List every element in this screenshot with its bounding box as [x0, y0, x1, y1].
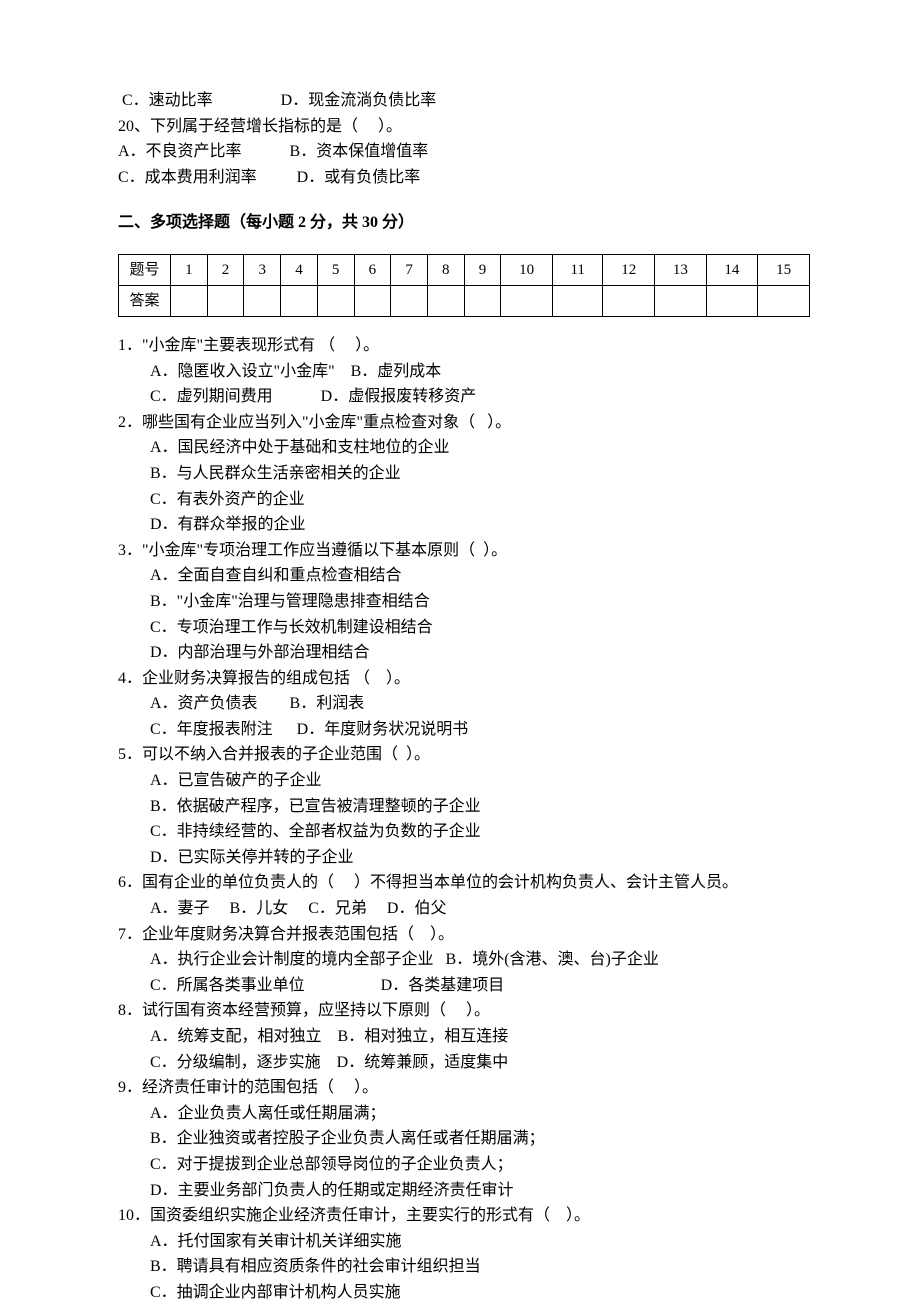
q1-option-ab: A．隐匿收入设立"小金库" B．虚列成本	[118, 359, 810, 385]
col-5: 5	[317, 254, 354, 285]
q9-option-d: D．主要业务部门负责人的任期或定期经济责任审计	[118, 1178, 810, 1204]
q9-option-b: B．企业独资或者控股子企业负责人离任或者任期届满；	[118, 1126, 810, 1152]
ans-11	[552, 285, 603, 316]
table-row-header: 题号 1 2 3 4 5 6 7 8 9 10 11 12 13 14 15	[119, 254, 810, 285]
ans-10	[501, 285, 553, 316]
q2-stem: 2．哪些国有企业应当列入"小金库"重点检查对象（ ）。	[118, 410, 810, 436]
ans-9	[464, 285, 501, 316]
q2-option-c: C．有表外资产的企业	[118, 487, 810, 513]
q7-stem: 7．企业年度财务决算合并报表范围包括（ ）。	[118, 922, 810, 948]
q8-option-cd: C．分级编制，逐步实施 D．统筹兼顾，适度集中	[118, 1050, 810, 1076]
col-8: 8	[427, 254, 464, 285]
col-4: 4	[281, 254, 318, 285]
q3-option-a: A．全面自查自纠和重点检查相结合	[118, 563, 810, 589]
q7-option-cd: C．所属各类事业单位 D．各类基建项目	[118, 973, 810, 999]
ans-7	[391, 285, 428, 316]
ans-2	[207, 285, 244, 316]
col-14: 14	[706, 254, 758, 285]
q4-option-ab: A．资产负债表 B．利润表	[118, 691, 810, 717]
col-13: 13	[655, 254, 707, 285]
q3-stem: 3．"小金库"专项治理工作应当遵循以下基本原则（ ）。	[118, 538, 810, 564]
q2-option-b: B．与人民群众生活亲密相关的企业	[118, 461, 810, 487]
q6-options: A．妻子 B．儿女 C．兄弟 D．伯父	[118, 896, 810, 922]
col-7: 7	[391, 254, 428, 285]
ans-15	[758, 285, 810, 316]
ans-14	[706, 285, 758, 316]
q4-stem: 4．企业财务决算报告的组成包括 （ ）。	[118, 666, 810, 692]
q5-option-b: B．依据破产程序，已宣告被清理整顿的子企业	[118, 794, 810, 820]
q1-option-cd: C．虚列期间费用 D．虚假报废转移资产	[118, 384, 810, 410]
col-15: 15	[758, 254, 810, 285]
ans-12	[603, 285, 655, 316]
q5-stem: 5．可以不纳入合并报表的子企业范围（ ）。	[118, 742, 810, 768]
q20-stem: 20、下列属于经营增长指标的是（ ）。	[118, 114, 810, 140]
q9-stem: 9．经济责任审计的范围包括（ ）。	[118, 1075, 810, 1101]
q20-option-cd: C．成本费用利润率 D．或有负债比率	[118, 165, 810, 191]
ans-5	[317, 285, 354, 316]
answer-table: 题号 1 2 3 4 5 6 7 8 9 10 11 12 13 14 15 答…	[118, 254, 810, 317]
q-prev-option-cd: C．速动比率 D．现金流淌负债比率	[118, 88, 810, 114]
q4-option-cd: C．年度报表附注 D．年度财务状况说明书	[118, 717, 810, 743]
ans-13	[655, 285, 707, 316]
q9-option-a: A．企业负责人离任或任期届满；	[118, 1101, 810, 1127]
row-label-answer: 答案	[119, 285, 171, 316]
q3-option-b: B．"小金库"治理与管理隐患排查相结合	[118, 589, 810, 615]
q5-option-d: D．已实际关停并转的子企业	[118, 845, 810, 871]
col-1: 1	[171, 254, 208, 285]
q7-option-ab: A．执行企业会计制度的境内全部子企业 B．境外(含港、澳、台)子企业	[118, 947, 810, 973]
col-9: 9	[464, 254, 501, 285]
q3-option-d: D．内部治理与外部治理相结合	[118, 640, 810, 666]
q5-option-c: C．非持续经营的、全部者权益为负数的子企业	[118, 819, 810, 845]
q9-option-c: C．对于提拔到企业总部领导岗位的子企业负责人；	[118, 1152, 810, 1178]
col-6: 6	[354, 254, 391, 285]
q2-option-d: D．有群众举报的企业	[118, 512, 810, 538]
ans-4	[281, 285, 318, 316]
table-row-answers: 答案	[119, 285, 810, 316]
q6-stem: 6．国有企业的单位负责人的（ ）不得担当本单位的会计机构负责人、会计主管人员。	[118, 870, 810, 896]
q1-stem: 1．"小金库"主要表现形式有 （ ）。	[118, 333, 810, 359]
q5-option-a: A．已宣告破产的子企业	[118, 768, 810, 794]
q20-option-ab: A．不良资产比率 B．资本保值增值率	[118, 139, 810, 165]
q8-stem: 8．试行国有资本经营预算，应坚持以下原则（ ）。	[118, 998, 810, 1024]
ans-3	[244, 285, 281, 316]
col-12: 12	[603, 254, 655, 285]
section2-title: 二、多项选择题（每小题 2 分，共 30 分）	[118, 210, 810, 236]
col-3: 3	[244, 254, 281, 285]
q8-option-ab: A．统筹支配，相对独立 B．相对独立，相互连接	[118, 1024, 810, 1050]
ans-6	[354, 285, 391, 316]
q3-option-c: C．专项治理工作与长效机制建设相结合	[118, 615, 810, 641]
q10-option-b: B．聘请具有相应资质条件的社会审计组织担当	[118, 1254, 810, 1280]
q2-option-a: A．国民经济中处于基础和支柱地位的企业	[118, 435, 810, 461]
col-11: 11	[552, 254, 603, 285]
ans-1	[171, 285, 208, 316]
col-10: 10	[501, 254, 553, 285]
q10-stem: 10．国资委组织实施企业经济责任审计，主要实行的形式有（ ）。	[118, 1203, 810, 1229]
col-2: 2	[207, 254, 244, 285]
ans-8	[427, 285, 464, 316]
row-label-number: 题号	[119, 254, 171, 285]
q10-option-a: A．托付国家有关审计机关详细实施	[118, 1229, 810, 1255]
